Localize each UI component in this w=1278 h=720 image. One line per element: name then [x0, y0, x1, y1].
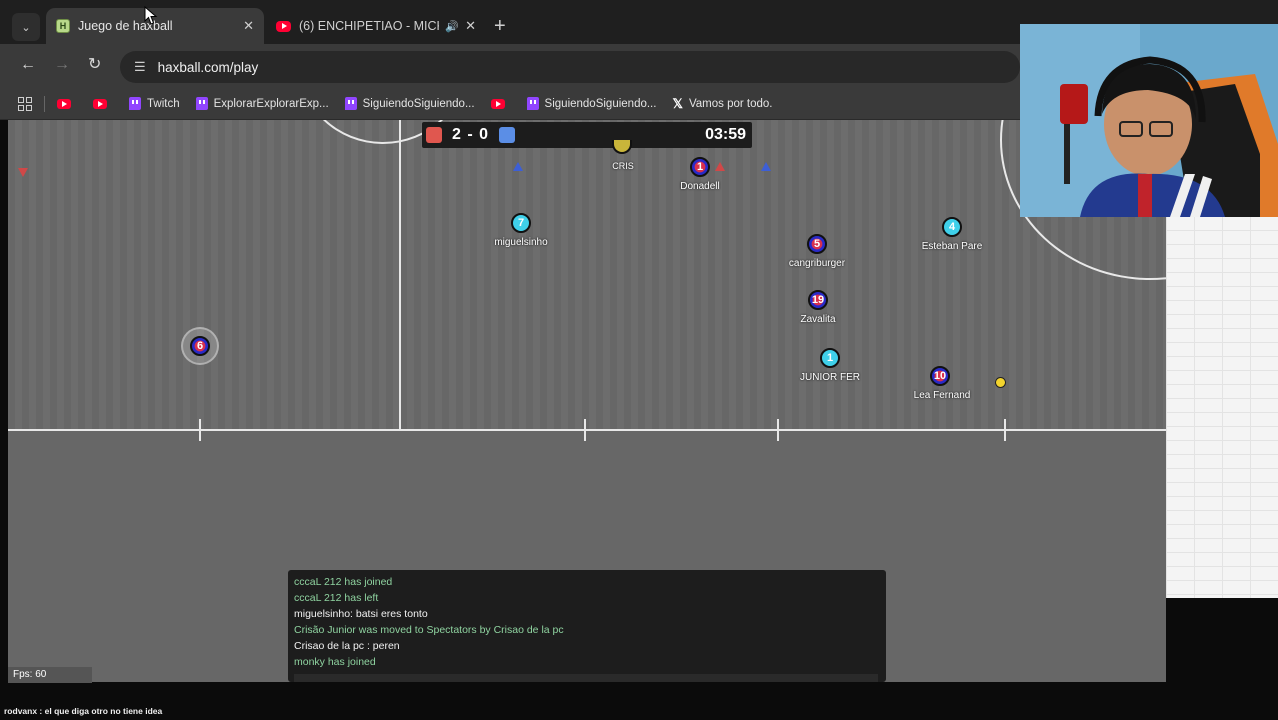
player-disc: 1 [690, 157, 710, 177]
speaker-icon[interactable]: 🔊 [445, 20, 459, 33]
score-bar: 2 - 0 03:59 [422, 122, 752, 148]
offscreen-marker-icon [18, 168, 28, 177]
bookmark-youtube[interactable] [93, 98, 113, 109]
player-number: 4 [948, 221, 956, 233]
chat-line: monky has joined [294, 656, 376, 668]
player-number: 10 [933, 370, 947, 382]
close-icon[interactable]: ✕ [465, 18, 476, 34]
player-disc: 4 [942, 217, 962, 237]
blue-team-icon [499, 127, 516, 143]
player-disc: 19 [808, 290, 828, 310]
player-disc: 10 [930, 366, 950, 386]
player-name: Zavalita [800, 314, 836, 325]
bookmark-label: Vamos por todo. [688, 97, 773, 110]
bookmark-label: SiguiendoSiguiendo... [544, 97, 657, 110]
twitch-icon [526, 97, 539, 110]
address-bar[interactable]: ☰ haxball.com/play [120, 51, 1020, 83]
forward-icon[interactable]: → [54, 56, 70, 74]
new-tab-button[interactable]: + [494, 14, 506, 38]
player-name: CRIS [612, 161, 634, 171]
player-disc: 5 [807, 234, 827, 254]
line-tick [777, 419, 779, 441]
red-team-icon [426, 127, 442, 143]
back-icon[interactable]: ← [20, 56, 36, 74]
streamer-webcam [1020, 24, 1278, 217]
mouse-cursor-icon [144, 6, 158, 25]
x-icon: 𝕏 [672, 95, 683, 111]
chevron-down-icon: ⌄ [21, 21, 31, 34]
chat-input[interactable] [294, 674, 878, 682]
chat-line: Crisao de la pc : peren [294, 640, 400, 652]
player-number: 1 [826, 352, 834, 364]
bookmark-separator [44, 95, 45, 112]
screen: ⌄ H Juego de haxball ✕ (6) ENCHIPETIAO -… [0, 0, 1278, 720]
player-name: Lea Fernand [913, 390, 971, 401]
ball [995, 377, 1006, 388]
player-disc: 6 [190, 336, 210, 356]
chat-box: cccaL 212 has joined cccaL 212 has left … [288, 570, 886, 682]
twitch-icon [195, 97, 208, 110]
kickoff-marker-icon [761, 162, 771, 171]
bookmark-youtube[interactable] [57, 98, 77, 109]
youtube-icon [276, 20, 291, 32]
tab-search-button[interactable]: ⌄ [12, 13, 40, 41]
bookmark-siguiendo[interactable]: SiguiendoSiguiendo... [526, 97, 657, 110]
kickoff-marker-icon [715, 162, 725, 171]
youtube-icon [93, 98, 107, 109]
player-name: Donadell [680, 181, 720, 192]
youtube-icon [490, 98, 505, 109]
webcam-feed-image [1020, 24, 1278, 217]
bookmark-label: Twitch [147, 97, 180, 110]
bookmark-twitch[interactable]: Twitch [129, 97, 180, 110]
player-number: 6 [196, 340, 204, 352]
halfway-line [399, 120, 401, 431]
player-name: Esteban Pare [921, 241, 983, 252]
stream-chat-comment: rodvanx : el que diga otro no tiene idea [4, 706, 163, 716]
bookmark-x[interactable]: 𝕏 Vamos por todo. [672, 96, 772, 112]
bookmark-siguiendo[interactable]: SiguiendoSiguiendo... [344, 97, 475, 110]
line-tick [1004, 419, 1006, 441]
bookmark-label: SiguiendoSiguiendo... [362, 97, 475, 110]
kickoff-marker-icon [513, 162, 523, 171]
chat-line: cccaL 212 has joined [294, 576, 393, 588]
line-tick [584, 419, 586, 441]
address-text: haxball.com/play [157, 59, 259, 75]
player-name: JUNIOR FER [800, 372, 860, 383]
match-timer: 03:59 [705, 126, 746, 143]
fps-counter: Fps: 60 [8, 667, 92, 683]
haxball-icon: H [56, 19, 70, 33]
bookmark-youtube[interactable] [490, 98, 511, 109]
player-name: miguelsinho [494, 237, 548, 248]
chat-line: cccaL 212 has left [294, 592, 379, 604]
player-name: cangriburger [788, 258, 846, 269]
bookmark-label: ExplorarExplorarExp... [213, 97, 329, 110]
sideline [8, 429, 1166, 431]
player-number: 1 [696, 161, 704, 173]
youtube-icon [57, 98, 71, 109]
score-text: 2 - 0 [452, 126, 490, 143]
close-icon[interactable]: ✕ [243, 18, 254, 34]
pitch [8, 120, 1166, 431]
chat-line: Crisão Junior was moved to Spectators by… [294, 624, 564, 636]
player-number: 5 [813, 238, 821, 250]
bookmark-explorar[interactable]: ExplorarExplorarExp... [195, 97, 329, 110]
player-number: 7 [517, 217, 525, 229]
tab-youtube[interactable]: (6) ENCHIPETIAO - MICKLO 🔊 ✕ [266, 8, 486, 44]
apps-icon[interactable] [18, 96, 32, 111]
background-wall [1166, 216, 1278, 598]
tab-title: (6) ENCHIPETIAO - MICKLO [299, 19, 439, 33]
player-number: 19 [811, 294, 825, 306]
line-tick [199, 419, 201, 441]
twitch-icon [129, 97, 141, 110]
reload-icon[interactable]: ↻ [88, 56, 101, 74]
player-disc: 7 [511, 213, 531, 233]
twitch-icon [344, 97, 357, 110]
player-disc: 1 [820, 348, 840, 368]
site-settings-icon[interactable]: ☰ [134, 59, 146, 75]
chat-line: miguelsinho: batsi eres tonto [294, 608, 428, 620]
